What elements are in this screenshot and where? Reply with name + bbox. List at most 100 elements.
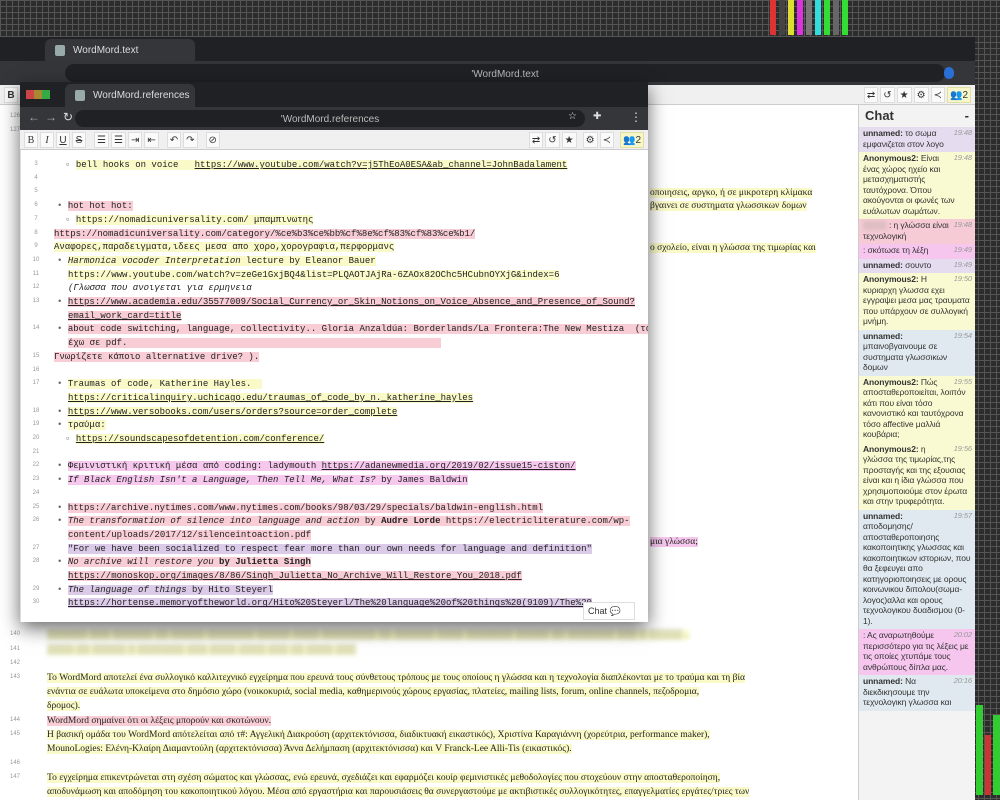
document-line: • The language of things by Hito Steyerl bbox=[57, 583, 648, 597]
users-button[interactable]: 👥2 bbox=[619, 131, 644, 148]
import-export-icon[interactable]: ⇄ bbox=[863, 86, 879, 103]
text-segment: https://electricliterature.com/wp- bbox=[440, 516, 630, 527]
line-number: 141 bbox=[9, 646, 20, 652]
strikethrough-button[interactable]: S bbox=[72, 131, 86, 148]
message-time: 19:48 bbox=[953, 128, 972, 137]
message-time: 20:02 bbox=[953, 630, 972, 639]
front-document[interactable]: 3 ▫ bell hooks on voice https://www.youtu… bbox=[20, 150, 648, 622]
line-number: 25 bbox=[32, 503, 40, 510]
back-text-fragment: μια γλώσσα; bbox=[650, 535, 858, 549]
line-number: 11 bbox=[32, 270, 40, 277]
chat-collapse-button[interactable]: - bbox=[965, 108, 969, 124]
back-tab[interactable]: WordMord.text bbox=[45, 39, 195, 63]
link[interactable]: email_work_card=title bbox=[68, 310, 182, 321]
ordered-list-icon[interactable]: ☰ bbox=[94, 131, 109, 148]
chat-message: 19:48 ▒▒▒▒ : η γλώσσα είναι τεχνολογική bbox=[859, 219, 975, 244]
users-button[interactable]: 👥2 bbox=[946, 86, 971, 103]
line-number: 23 bbox=[32, 476, 40, 483]
document-line: Το WordMord αποτελεί ένα συλλογικό καλλι… bbox=[47, 671, 858, 685]
text-segment: If Black English Isn't a Language, Then … bbox=[67, 475, 376, 486]
text-segment: Αναφορες,παραδειγματα,ιδεες μεσα απο χορ… bbox=[54, 242, 395, 253]
text-segment: The language of things bbox=[67, 584, 187, 595]
indent-icon[interactable]: ⇥ bbox=[127, 131, 143, 148]
back-url-field[interactable]: 'WordMord.text bbox=[65, 64, 945, 82]
front-url-field[interactable]: 'WordMord.references bbox=[75, 110, 585, 127]
users-count: 2 bbox=[635, 134, 641, 146]
line-number: 144 bbox=[9, 717, 20, 723]
message-time: 19:49 bbox=[953, 245, 972, 254]
settings-gear-icon[interactable]: ⚙ bbox=[913, 86, 929, 103]
background-color-bars bbox=[770, 0, 848, 35]
link[interactable]: https://criticalinquiry.uchicago.edu/tra… bbox=[68, 392, 474, 403]
text-segment: No archive will restore you bbox=[67, 557, 214, 568]
line-number: 26 bbox=[32, 517, 40, 524]
bold-button[interactable]: B bbox=[4, 86, 18, 103]
undo-icon[interactable]: ↶ bbox=[166, 131, 182, 148]
bullet-icon: • bbox=[57, 475, 68, 486]
front-browser-window: WordMord.references ← → ↻ 'WordMord.refe… bbox=[20, 82, 648, 622]
bullet-icon: ▫ bbox=[65, 214, 76, 225]
message-time: 19:55 bbox=[953, 376, 972, 386]
fragment-text: μια γλώσσα; bbox=[650, 537, 698, 547]
document-line: • https://archive.nytimes.com/www.nytime… bbox=[57, 501, 648, 515]
document-line: "For we have been socialized to respect … bbox=[68, 542, 648, 556]
link[interactable]: https://adanewmedia.org/2019/02/issue15-… bbox=[321, 461, 576, 472]
unordered-list-icon[interactable]: ☰ bbox=[110, 131, 126, 148]
outdent-icon[interactable]: ⇤ bbox=[144, 131, 159, 148]
import-export-icon[interactable]: ⇄ bbox=[528, 131, 544, 148]
message-text: : σκότωσε τη λέξη bbox=[863, 245, 929, 255]
front-tab[interactable]: WordMord.references bbox=[65, 84, 195, 107]
line-text: αποδυνάμωση και αποδόμηση του κακοποιητι… bbox=[47, 787, 750, 797]
window-controls-icon[interactable] bbox=[26, 90, 50, 99]
link[interactable]: https://www.versobooks.com/users/orders?… bbox=[67, 406, 398, 417]
link[interactable]: https://hortense.memoryoftheworld.org/Hi… bbox=[68, 598, 592, 609]
text-segment: Traumas of code, Katherine Hayles. bbox=[67, 379, 263, 390]
link[interactable]: https://monoskop.org/images/8/86/Singh_J… bbox=[68, 571, 522, 581]
menu-kebab-icon[interactable]: ⋮ bbox=[630, 110, 642, 124]
chat-message: 19:55 Anonymous2: Πώς αποσταθεροποιείται,… bbox=[859, 375, 975, 443]
message-author: Anonymous2: bbox=[863, 274, 919, 284]
document-line: • about code switching, language, collec… bbox=[57, 322, 648, 336]
line-number: 147 bbox=[9, 774, 20, 780]
document-line: ▫ bell hooks on voice https://www.youtub… bbox=[65, 158, 648, 172]
bookmark-star-icon[interactable]: ☆ bbox=[568, 111, 577, 122]
extensions-puzzle-icon[interactable]: ✚ bbox=[593, 111, 601, 122]
forward-arrow-icon[interactable]: → bbox=[45, 110, 57, 124]
star-icon[interactable]: ★ bbox=[561, 131, 577, 148]
bold-button[interactable]: B bbox=[24, 131, 38, 148]
link[interactable]: https://www.academia.edu/35577009/Social… bbox=[67, 297, 635, 307]
link[interactable]: https://www.youtube.com/watch?v=j5ThEoA0… bbox=[194, 160, 568, 170]
document-line: https://nomadicuniversality.com/category… bbox=[54, 227, 648, 241]
line-text: ▒▒▒▒ ▒▒ ▒▒▒▒▒ ▒ ▒▒▒▒▒▒▒ ▒▒▒ ▒▒▒▒ ▒▒▒▒ ▒▒… bbox=[47, 645, 356, 655]
chat-message: 20:02: Ας αναρωτηθούμε περισσότερο για τ… bbox=[859, 629, 975, 675]
share-icon[interactable]: ≺ bbox=[599, 131, 614, 148]
bullet-icon: • bbox=[57, 201, 68, 212]
redo-icon[interactable]: ↷ bbox=[183, 131, 198, 148]
chat-toggle-button[interactable]: Chat 💬 bbox=[583, 602, 635, 620]
history-icon[interactable]: ↺ bbox=[880, 86, 895, 103]
share-icon[interactable]: ≺ bbox=[930, 86, 945, 103]
underline-button[interactable]: U bbox=[56, 131, 70, 148]
profile-avatar-icon[interactable] bbox=[944, 67, 954, 79]
line-text: Το εγχείρημα επικεντρώνεται στη σχέση σώ… bbox=[47, 773, 721, 783]
document-line: • If Black English Isn't a Language, The… bbox=[57, 473, 648, 487]
history-icon[interactable]: ↺ bbox=[545, 131, 560, 148]
back-arrow-icon[interactable]: ← bbox=[28, 110, 40, 124]
line-number: 27 bbox=[32, 544, 40, 551]
text-segment: lecture by Eleanor Bauer bbox=[240, 255, 376, 266]
reload-icon[interactable]: ↻ bbox=[63, 110, 73, 124]
hide-authorship-eye-icon[interactable]: ⊘ bbox=[205, 131, 220, 148]
line-text: ▒▒▒▒▒▒ ▒▒▒ ▒▒▒▒▒▒ ▒▒ ▒▒▒▒▒ ▒▒▒▒▒▒▒ ▒▒▒▒▒… bbox=[47, 630, 690, 640]
text-segment: (Γλωσσα που ανοιγεται για ερμηνεια bbox=[68, 283, 252, 294]
line-number: 146 bbox=[9, 760, 20, 766]
chat-button-label: Chat bbox=[588, 606, 608, 616]
users-count: 2 bbox=[962, 89, 968, 101]
settings-gear-icon[interactable]: ⚙ bbox=[582, 131, 598, 148]
chat-message: 19:54 unnamed: μπαινοβγαινουμε σε συστημα… bbox=[859, 329, 975, 376]
italic-button[interactable]: I bbox=[40, 131, 54, 148]
line-number: 10 bbox=[32, 256, 40, 263]
star-icon[interactable]: ★ bbox=[896, 86, 912, 103]
link[interactable]: https://soundscapesofdetention.com/confe… bbox=[75, 434, 325, 444]
